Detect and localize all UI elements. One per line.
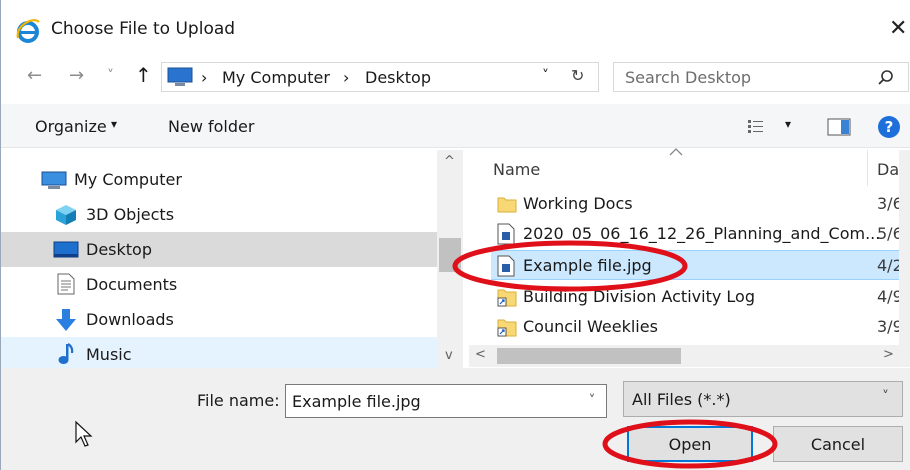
computer-icon bbox=[167, 67, 193, 86]
forward-button[interactable]: → bbox=[69, 66, 84, 86]
search-icon[interactable] bbox=[877, 69, 895, 87]
internet-explorer-icon bbox=[16, 19, 40, 43]
file-type-value: All Files (*.*) bbox=[632, 390, 731, 409]
chevron-down-icon: ˅ bbox=[882, 389, 889, 405]
new-folder-button[interactable]: New folder bbox=[168, 117, 254, 136]
cancel-button[interactable]: Cancel bbox=[773, 426, 903, 462]
download-icon bbox=[56, 309, 76, 331]
nav-item-desktop[interactable]: Desktop bbox=[1, 232, 437, 267]
horizontal-scrollbar-thumb[interactable] bbox=[497, 348, 681, 364]
search-box[interactable]: Search Desktop bbox=[613, 62, 909, 92]
scroll-left-button[interactable]: < bbox=[475, 347, 486, 362]
document-icon bbox=[57, 273, 75, 295]
folder-icon bbox=[497, 197, 517, 213]
nav-item-documents[interactable]: Documents bbox=[1, 267, 437, 302]
address-dropdown-button[interactable]: ˅ bbox=[542, 68, 549, 84]
table-row[interactable]: Council Weeklies 3/9 bbox=[491, 312, 910, 342]
file-name-input[interactable] bbox=[285, 384, 607, 418]
file-name: 2020_05_06_16_12_26_Planning_and_Com... bbox=[523, 224, 881, 243]
file-name-label: File name: bbox=[197, 391, 280, 410]
nav-scroll-up-button[interactable]: ^ bbox=[444, 154, 455, 169]
nav-scroll-down-button[interactable]: v bbox=[445, 348, 453, 363]
nav-item-downloads[interactable]: Downloads bbox=[1, 302, 437, 337]
nav-item-music[interactable]: Music bbox=[1, 337, 437, 368]
up-button[interactable]: ↑ bbox=[135, 65, 152, 85]
file-name: Council Weeklies bbox=[523, 317, 658, 336]
file-name: Example file.jpg bbox=[523, 256, 652, 275]
command-toolbar bbox=[1, 104, 910, 148]
file-icon bbox=[497, 223, 515, 245]
close-button[interactable]: ✕ bbox=[889, 14, 910, 44]
search-input[interactable]: Search Desktop bbox=[625, 68, 751, 87]
open-button[interactable]: Open bbox=[627, 426, 753, 462]
scroll-right-button[interactable]: > bbox=[883, 347, 894, 362]
image-file-icon bbox=[497, 255, 515, 277]
breadcrumb-separator: › bbox=[201, 68, 208, 87]
table-row[interactable]: Working Docs 3/6 bbox=[491, 189, 910, 219]
nav-item-my-computer[interactable]: My Computer bbox=[1, 162, 437, 197]
view-caret-icon[interactable]: ▾ bbox=[785, 117, 791, 131]
nav-item-3d-objects[interactable]: 3D Objects bbox=[1, 197, 437, 232]
shortcut-icon bbox=[497, 289, 517, 307]
shortcut-icon bbox=[497, 319, 517, 337]
nav-item-label: Downloads bbox=[86, 310, 174, 329]
table-row[interactable]: Building Division Activity Log 4/9 bbox=[491, 282, 910, 312]
breadcrumb-my-computer[interactable]: My Computer bbox=[222, 68, 330, 87]
file-type-filter[interactable]: All Files (*.*) ˅ bbox=[623, 381, 903, 417]
organize-button[interactable]: Organize bbox=[35, 117, 107, 136]
cube-icon bbox=[56, 205, 76, 225]
refresh-button[interactable]: ↻ bbox=[571, 66, 584, 85]
back-button[interactable]: ← bbox=[27, 66, 42, 86]
sort-ascending-icon bbox=[669, 148, 683, 156]
organize-caret-icon[interactable]: ▾ bbox=[111, 117, 117, 131]
preview-pane-icon[interactable] bbox=[827, 118, 851, 136]
desktop-icon bbox=[53, 241, 79, 258]
dialog-title: Choose File to Upload bbox=[51, 19, 236, 39]
view-options-icon[interactable] bbox=[747, 118, 771, 136]
nav-item-label: 3D Objects bbox=[86, 205, 175, 224]
music-note-icon bbox=[58, 343, 74, 364]
nav-item-label: Desktop bbox=[86, 240, 152, 259]
nav-scrollbar-thumb[interactable] bbox=[439, 238, 461, 272]
computer-icon bbox=[41, 171, 67, 189]
help-button[interactable]: ? bbox=[878, 116, 900, 138]
table-row[interactable]: 2020_05_06_16_12_26_Planning_and_Com... … bbox=[491, 219, 910, 249]
file-upload-dialog: Choose File to Upload ✕ ← → ˅ ↑ › My Com… bbox=[0, 0, 910, 470]
breadcrumb-separator: › bbox=[343, 68, 350, 87]
nav-item-label: Documents bbox=[86, 275, 178, 294]
table-row[interactable]: Example file.jpg 4/2 bbox=[491, 250, 910, 280]
nav-item-label: My Computer bbox=[74, 170, 182, 189]
column-header-name[interactable]: Name bbox=[493, 160, 540, 179]
file-name: Working Docs bbox=[523, 194, 633, 213]
recent-locations-button[interactable]: ˅ bbox=[107, 66, 114, 86]
nav-item-label: Music bbox=[86, 345, 132, 364]
column-divider bbox=[867, 150, 868, 186]
mouse-cursor-icon bbox=[75, 420, 93, 447]
file-name-dropdown-button[interactable]: ˅ bbox=[581, 388, 603, 414]
breadcrumb-desktop[interactable]: Desktop bbox=[365, 68, 431, 87]
file-list-vertical-scrollbar[interactable] bbox=[899, 150, 910, 345]
file-name: Building Division Activity Log bbox=[523, 287, 755, 306]
